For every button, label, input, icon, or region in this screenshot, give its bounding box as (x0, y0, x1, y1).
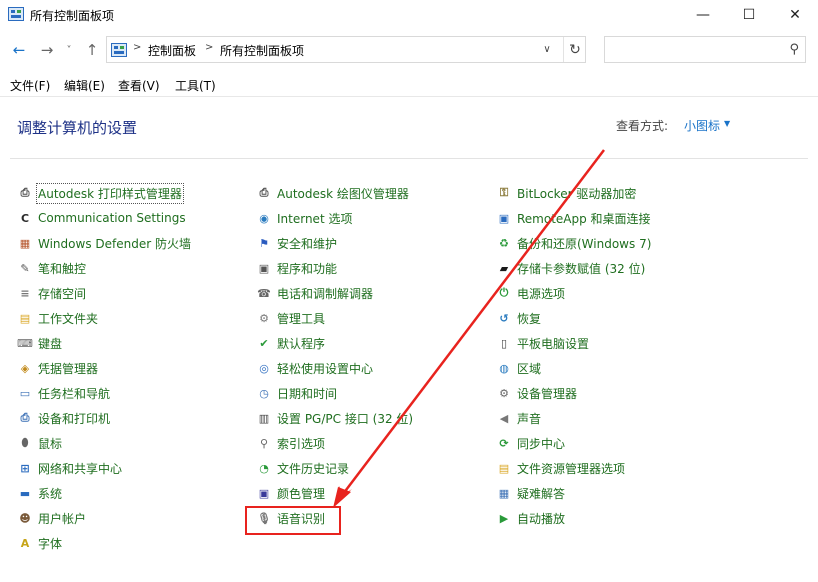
annotation-arrow (333, 149, 605, 508)
